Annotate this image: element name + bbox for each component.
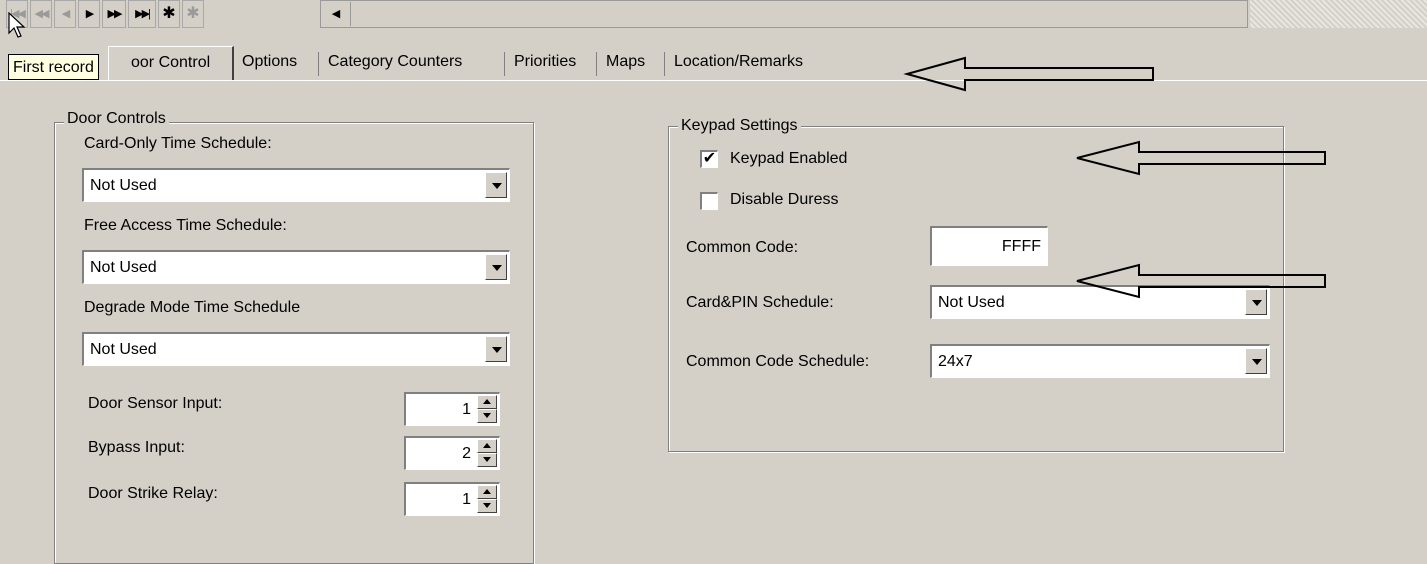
card-pin-schedule-value: Not Used [938, 294, 1005, 311]
new-record-icon[interactable]: ✱ [158, 0, 180, 28]
tab-divider [596, 52, 597, 76]
tooltip: First record [8, 54, 99, 80]
card-only-schedule-label: Card-Only Time Schedule: [84, 135, 272, 152]
door-strike-relay-value: 1 [462, 491, 471, 508]
door-sensor-input-stepper[interactable]: 1 [404, 392, 500, 426]
tab-location-remarks[interactable]: Location/Remarks [668, 46, 809, 80]
chevron-down-icon[interactable] [485, 336, 507, 362]
spin-down-icon[interactable] [477, 409, 497, 423]
tab-location-remarks-label: Location/Remarks [674, 53, 803, 70]
bypass-input-stepper[interactable]: 2 [404, 436, 500, 470]
mouse-cursor-icon [8, 12, 26, 38]
tab-door-control[interactable]: oor Control [108, 46, 234, 80]
last-record-icon[interactable]: ▶▶| [128, 0, 156, 28]
bypass-input-value: 2 [462, 445, 471, 462]
disable-duress-label[interactable]: Disable Duress [730, 190, 838, 210]
card-only-schedule-value: Not Used [90, 177, 157, 194]
common-code-schedule-select[interactable]: 24x7 [930, 344, 1270, 378]
tab-options[interactable]: Options [236, 46, 303, 80]
door-sensor-input-value: 1 [462, 401, 471, 418]
card-pin-schedule-label: Card&PIN Schedule: [686, 294, 834, 311]
free-access-schedule-label: Free Access Time Schedule: [84, 217, 287, 234]
annotation-arrow-icon [903, 56, 1154, 92]
annotation-arrow-icon [1076, 263, 1326, 299]
tab-category-counters-label: Category Counters [328, 53, 463, 70]
tab-maps-label: Maps [606, 53, 646, 70]
degrade-mode-schedule-value: Not Used [90, 341, 157, 358]
common-code-schedule-label: Common Code Schedule: [686, 353, 870, 370]
bypass-input-label: Bypass Input: [88, 439, 185, 456]
spin-down-icon[interactable] [477, 499, 497, 513]
tab-priorities-label: Priorities [514, 53, 577, 70]
tab-divider [504, 52, 505, 76]
chevron-down-icon[interactable] [485, 254, 507, 280]
degrade-mode-schedule-label: Degrade Mode Time Schedule [84, 299, 301, 316]
common-code-label: Common Code: [686, 239, 799, 256]
door-strike-relay-stepper[interactable]: 1 [404, 482, 500, 516]
record-scrollbar[interactable] [320, 0, 1248, 28]
tab-divider [664, 52, 665, 76]
spin-up-icon[interactable] [477, 485, 497, 499]
door-strike-relay-label: Door Strike Relay: [88, 485, 218, 502]
tab-options-label: Options [242, 53, 298, 70]
tooltip-text: First record [13, 59, 94, 76]
keypad-enabled-label[interactable]: Keypad Enabled [730, 149, 847, 169]
tab-category-counters[interactable]: Category Counters [322, 46, 468, 80]
scroll-left-icon[interactable]: ◀ [322, 2, 351, 26]
keypad-enabled-checkbox[interactable]: ✔ [700, 150, 718, 168]
tab-panel-border [0, 80, 1427, 81]
degrade-mode-schedule-select[interactable]: Not Used [82, 332, 510, 366]
disable-duress-checkbox[interactable] [700, 192, 718, 210]
tab-divider [318, 52, 319, 76]
annotation-arrow-icon [1076, 140, 1326, 176]
common-code-value: FFFF [1001, 238, 1041, 255]
tab-priorities[interactable]: Priorities [508, 46, 582, 80]
tab-door-control-label: oor Control [131, 54, 211, 71]
next-record-icon[interactable]: ▶ [78, 0, 100, 28]
door-sensor-input-label: Door Sensor Input: [88, 395, 223, 412]
keypad-settings-title: Keypad Settings [678, 117, 801, 135]
card-only-schedule-select[interactable]: Not Used [82, 168, 510, 202]
next-page-icon[interactable]: ▶▶ [102, 0, 126, 28]
previous-page-icon[interactable]: ◀◀ [30, 0, 52, 28]
door-controls-title: Door Controls [64, 110, 169, 128]
common-code-field[interactable]: FFFF [930, 226, 1048, 266]
previous-record-icon[interactable]: ◀ [54, 0, 76, 28]
chevron-down-icon[interactable] [485, 172, 507, 198]
chevron-down-icon[interactable] [1245, 348, 1267, 374]
checkmark-icon: ✔ [702, 150, 717, 167]
spin-up-icon[interactable] [477, 439, 497, 453]
free-access-schedule-value: Not Used [90, 259, 157, 276]
spin-down-icon[interactable] [477, 453, 497, 467]
scrollbar-track [1250, 0, 1427, 28]
tab-maps[interactable]: Maps [600, 46, 651, 80]
spin-up-icon[interactable] [477, 395, 497, 409]
delete-record-icon[interactable]: ✱ [182, 0, 204, 28]
free-access-schedule-select[interactable]: Not Used [82, 250, 510, 284]
common-code-schedule-value: 24x7 [938, 353, 973, 370]
